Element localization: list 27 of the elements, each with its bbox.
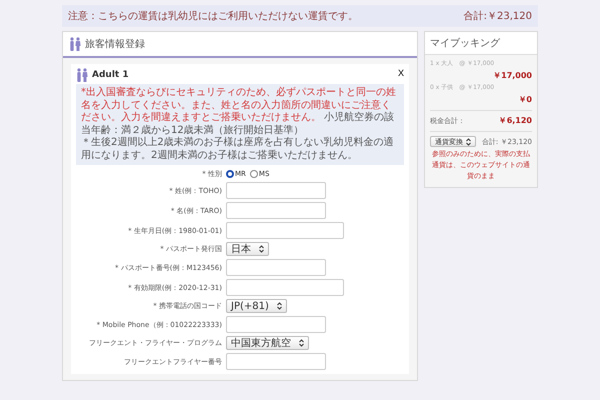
tax-amount: ￥6,120 (498, 115, 532, 126)
input-field[interactable] (226, 202, 326, 219)
notice-total: 合計:￥23,120 (464, 10, 532, 23)
note-paragraph: *出入国審査ならびにセキュリティのため、必ずパスポートと同一の姓名を入力してください。また、姓と名の入力箇所の間違いにご注意ください。入力を間違えますとご搭乗いただけません。 小児航空券の該当年齢：満２歳から12歳未満（旅行開始日基準） (81, 87, 397, 136)
passenger-title: Adult 1 (92, 70, 129, 80)
select-field[interactable]: JP(+81) (226, 299, 287, 313)
select-arrows-icon (259, 245, 264, 253)
fare-amount: ￥0 (518, 94, 532, 105)
panel-title: 旅客情報登録 (85, 38, 145, 51)
select-arrows-icon (466, 138, 471, 146)
people-icon (76, 68, 88, 82)
input-field[interactable] (226, 353, 326, 370)
select-field[interactable]: 中国東方航空 (226, 336, 309, 350)
select-field[interactable]: 日本 (226, 242, 269, 256)
input-field[interactable] (226, 316, 326, 333)
select-arrows-icon (299, 339, 304, 347)
input-field[interactable] (226, 182, 326, 199)
people-icon (69, 37, 81, 51)
infant-note: ＊生後2週間以上2歳未満のお子様は座席を占有しない乳幼児料金の適用になります。2週間未満のお子様はご搭乗いただけません。 (81, 137, 395, 162)
fare-amount: ￥17,000 (493, 70, 532, 81)
input-field[interactable] (226, 222, 344, 239)
booking-title: マイブッキング (425, 32, 537, 55)
select-arrows-icon (276, 302, 282, 310)
input-field[interactable] (226, 279, 344, 296)
input-field[interactable] (226, 259, 326, 276)
close-button[interactable]: X (398, 68, 404, 78)
notice-text: 注意：こちらの運賃は乳幼児にはご利用いただけない運賃です。 (68, 10, 358, 23)
